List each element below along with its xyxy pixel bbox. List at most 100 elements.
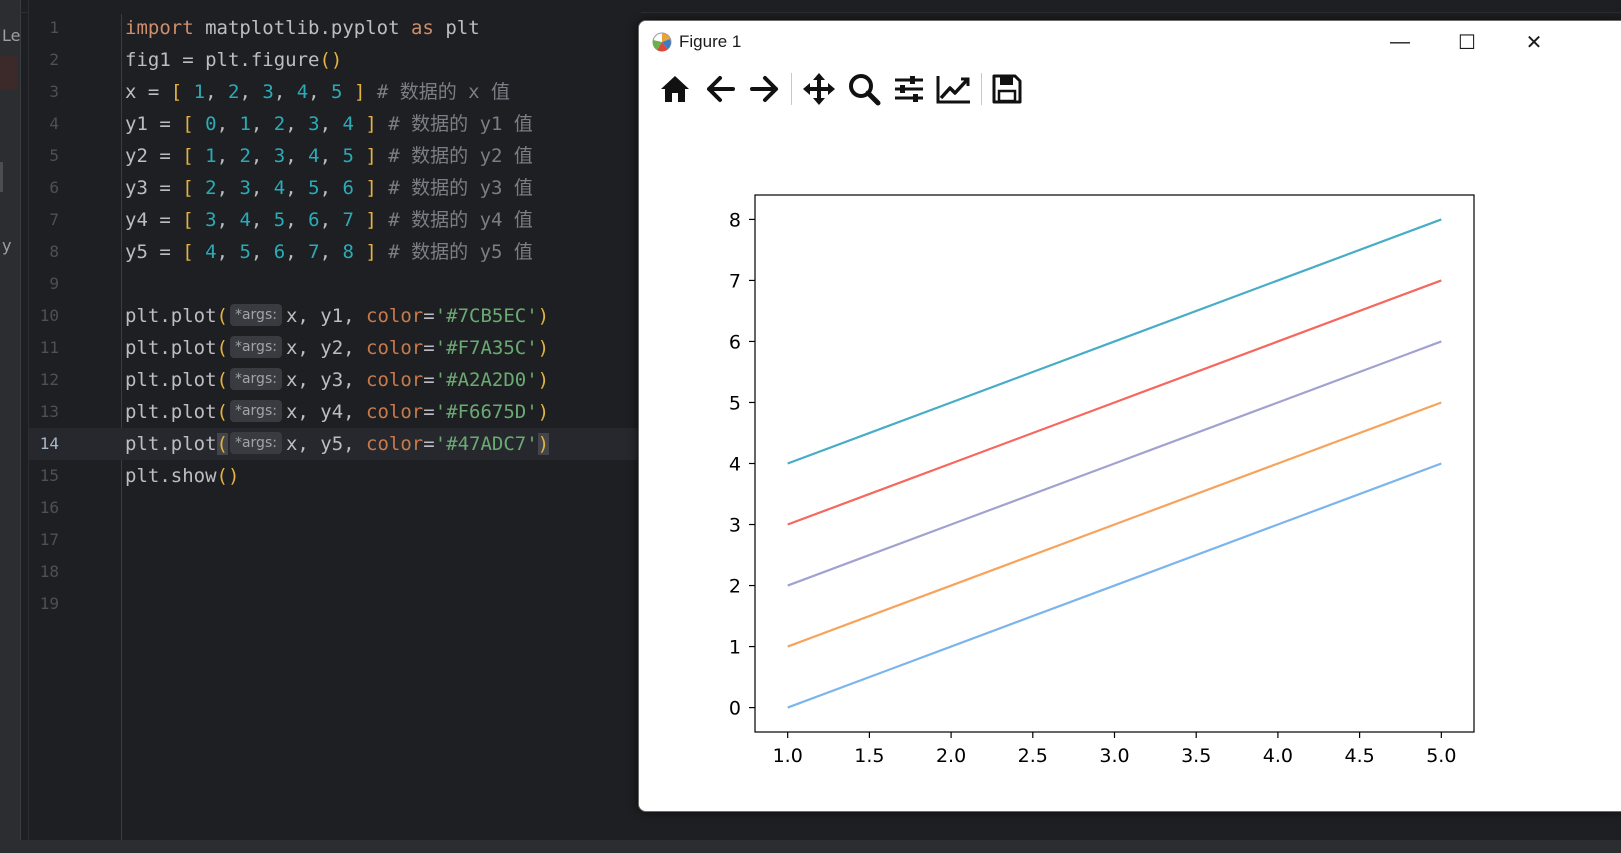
window-titlebar[interactable]: Figure 1 — ☐ ✕: [639, 21, 1621, 63]
line-number: 12: [39, 370, 59, 389]
code-token: y5 =: [125, 241, 183, 263]
close-button[interactable]: ✕: [1501, 21, 1567, 63]
code-text: y1 = [ 0, 1, 2, 3, 4 ] # 数据的 y1 值: [125, 108, 533, 140]
code-token: ): [537, 337, 550, 359]
code-token: ,: [319, 145, 343, 167]
code-token: [: [182, 209, 194, 231]
minimize-icon: —: [1390, 30, 1410, 53]
code-token: 5: [331, 81, 343, 103]
home-button[interactable]: [655, 71, 695, 107]
code-token: matplotlib.pyplot: [193, 17, 411, 39]
code-token: x, y2,: [285, 337, 367, 359]
minimize-button[interactable]: —: [1367, 21, 1433, 63]
line-number: 1: [49, 18, 59, 37]
code-line[interactable]: 16: [29, 492, 641, 524]
code-token: 1: [205, 145, 217, 167]
zoom-button[interactable]: [844, 71, 884, 107]
code-line[interactable]: 9: [29, 268, 641, 300]
code-line[interactable]: 6 y3 = [ 2, 3, 4, 5, 6 ] # 数据的 y3 值: [29, 172, 641, 204]
line-number: 18: [39, 562, 59, 581]
code-token: ,: [285, 113, 309, 135]
code-line[interactable]: 1 import matplotlib.pyplot as plt: [29, 12, 641, 44]
x-tick-label: 4.0: [1263, 745, 1293, 767]
code-line[interactable]: 18: [29, 556, 641, 588]
code-token: =: [423, 401, 435, 423]
code-line[interactable]: 8 y5 = [ 4, 5, 6, 7, 8 ] # 数据的 y5 值: [29, 236, 641, 268]
code-line[interactable]: 3x = [ 1, 2, 3, 4, 5 ] # 数据的 x 值: [29, 76, 641, 108]
code-line[interactable]: 7 y4 = [ 3, 4, 5, 6, 7 ] # 数据的 y4 值: [29, 204, 641, 236]
code-token: ): [537, 401, 550, 423]
code-token: ,: [285, 177, 309, 199]
back-button[interactable]: [700, 71, 740, 107]
code-line[interactable]: 19: [29, 588, 641, 620]
code-line[interactable]: 12 plt.plot(*args: x, y3, color='#A2A2D0'): [29, 364, 641, 396]
code-token: ,: [216, 145, 240, 167]
plot-canvas[interactable]: 1.0 1.5 2.0 2.5 3.0 3.5 4.0 4.5 5.0 0 1 2 3 4 5 6 7 8: [639, 109, 1621, 809]
code-token: ,: [216, 113, 240, 135]
parameter-hint: *args:: [229, 367, 282, 390]
code-token: ): [330, 49, 343, 71]
code-token: 0: [205, 113, 217, 135]
line-number: 5: [49, 146, 59, 165]
code-token: 7: [342, 209, 354, 231]
code-token: ]: [365, 241, 377, 263]
code-token: ,: [308, 81, 332, 103]
code-token: plt.plot: [125, 401, 217, 423]
code-token: ]: [365, 209, 377, 231]
code-token: ,: [250, 145, 274, 167]
x-tick-label: 1.0: [773, 745, 803, 767]
code-token: '#47ADC7': [434, 433, 538, 455]
code-token: plt.plot: [125, 337, 217, 359]
code-token: =: [423, 337, 435, 359]
forward-button[interactable]: [745, 71, 785, 107]
code-line[interactable]: 5 y2 = [ 1, 2, 3, 4, 5 ] # 数据的 y2 值: [29, 140, 641, 172]
parameter-hint: *args:: [229, 431, 282, 454]
code-token: ,: [285, 145, 309, 167]
edit-axis-button[interactable]: [934, 71, 974, 107]
code-token: (: [216, 401, 228, 423]
code-token: ]: [353, 81, 366, 103]
code-token: y1 =: [125, 113, 183, 135]
code-token: ,: [319, 113, 343, 135]
code-token: ,: [285, 241, 309, 263]
line-number: 8: [49, 242, 59, 261]
parameter-hint: *args:: [229, 335, 282, 358]
code-comment: # 数据的 y3 值: [388, 177, 533, 199]
code-token: (: [216, 305, 228, 327]
save-button[interactable]: [987, 71, 1027, 107]
code-line[interactable]: 17: [29, 524, 641, 556]
code-token: y3 =: [125, 177, 183, 199]
code-line[interactable]: 4 y1 = [ 0, 1, 2, 3, 4 ] # 数据的 y1 值: [29, 108, 641, 140]
line-number: 19: [39, 594, 59, 613]
toolbar-separator: [981, 73, 982, 105]
code-line[interactable]: 14 plt.plot(*args: x, y5, color='#47ADC7'): [29, 428, 641, 460]
configure-subplots-button[interactable]: [889, 71, 929, 107]
code-token: [: [182, 113, 194, 135]
code-line[interactable]: 11 plt.plot(*args: x, y2, color='#F7A35C'): [29, 332, 641, 364]
y-tick-label: 3: [729, 515, 741, 537]
line-number: 2: [49, 50, 59, 69]
code-line[interactable]: 13 plt.plot(*args: x, y4, color='#F6675D'): [29, 396, 641, 428]
maximize-button[interactable]: ☐: [1434, 21, 1500, 63]
code-editor[interactable]: 1 import matplotlib.pyplot as plt 2 fig1 = …: [28, 0, 641, 853]
code-token: 2: [239, 145, 251, 167]
code-token: 3: [239, 177, 251, 199]
code-token: x, y5,: [285, 433, 367, 455]
code-text: y2 = [ 1, 2, 3, 4, 5 ] # 数据的 y2 值: [125, 140, 533, 172]
code-token: '#A2A2D0': [434, 369, 538, 391]
y-tick-label: 6: [729, 331, 741, 353]
panel-marker: [0, 162, 3, 192]
panel-selection[interactable]: [0, 56, 18, 90]
code-token: 6: [308, 209, 320, 231]
code-token: 5: [239, 241, 251, 263]
close-icon: ✕: [1525, 31, 1543, 54]
code-line[interactable]: 2 fig1 = plt.figure(): [29, 44, 641, 76]
x-tick-label: 4.5: [1345, 745, 1375, 767]
pan-button[interactable]: [799, 71, 839, 107]
code-line[interactable]: 15 plt.show(): [29, 460, 641, 492]
code-token: '#7CB5EC': [434, 305, 538, 327]
code-line[interactable]: 10 plt.plot(*args: x, y1, color='#7CB5EC'): [29, 300, 641, 332]
parameter-hint: *args:: [229, 303, 282, 326]
code-token: x, y1,: [285, 305, 367, 327]
